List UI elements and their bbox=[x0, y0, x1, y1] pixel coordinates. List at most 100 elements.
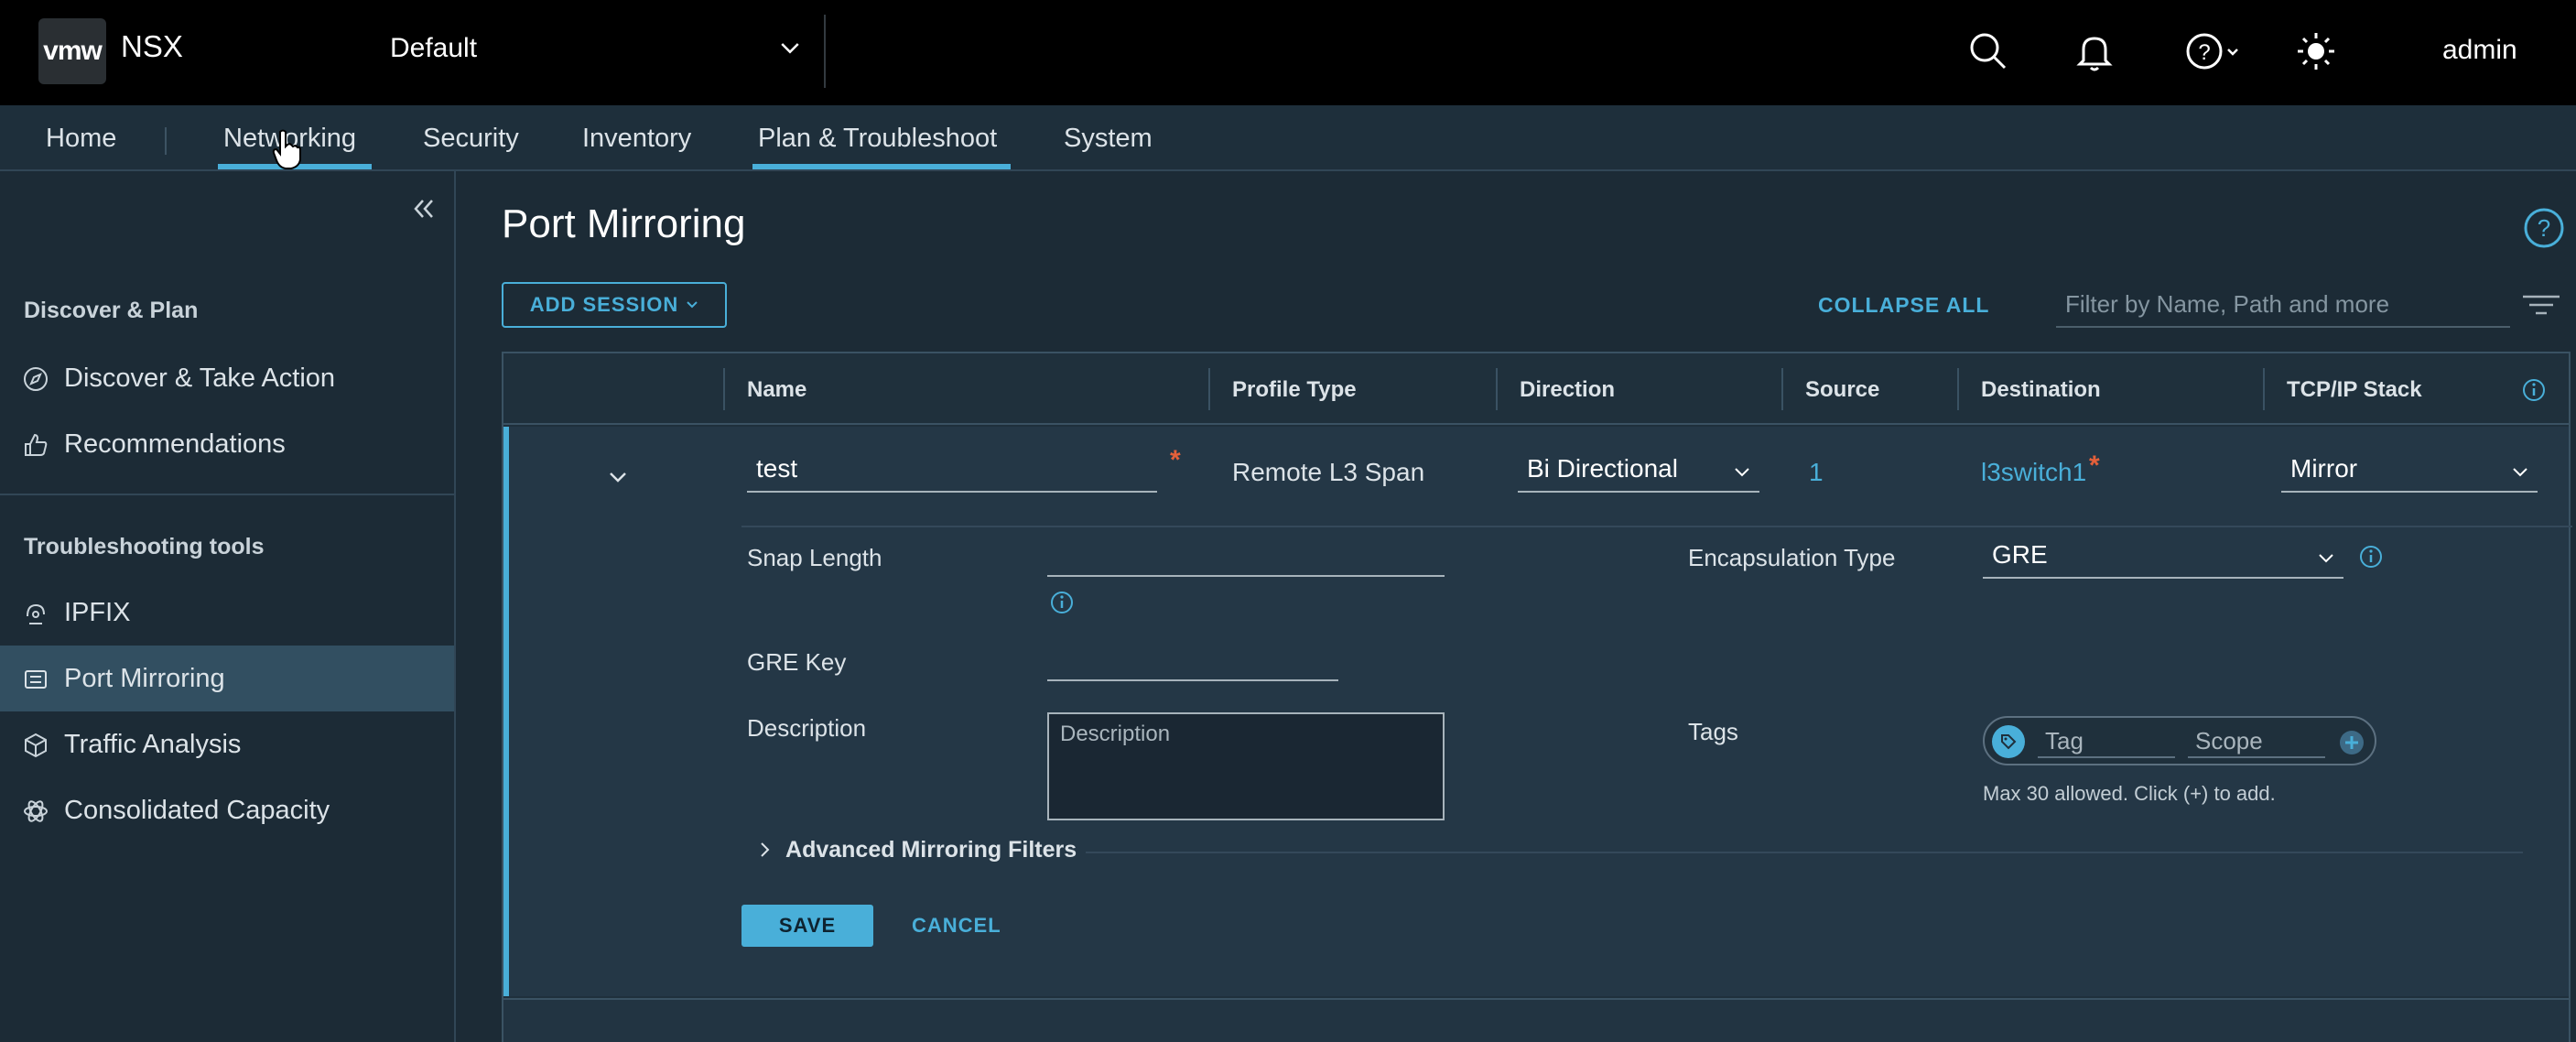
tags-label: Tags bbox=[1688, 718, 1738, 745]
tab-home[interactable]: Home bbox=[46, 124, 116, 154]
column-divider bbox=[1781, 368, 1783, 410]
row-divider bbox=[741, 526, 2572, 527]
filter-input[interactable] bbox=[2056, 282, 2510, 328]
port-mirroring-icon bbox=[25, 670, 47, 689]
sidebar-item-port-mirroring[interactable]: Port Mirroring bbox=[0, 646, 454, 711]
sidebar-item-ipfix[interactable]: IPFIX bbox=[0, 580, 454, 646]
top-header: vmw NSX Default ? admin bbox=[0, 0, 2576, 105]
direction-value: Bi Directional bbox=[1527, 454, 1678, 483]
tags-hint: Max 30 allowed. Click (+) to add. bbox=[1983, 782, 2276, 805]
column-header-tcpip-stack[interactable]: TCP/IP Stack bbox=[2287, 377, 2422, 403]
tenant-selector[interactable]: Default bbox=[390, 33, 477, 64]
help-menu-icon[interactable]: ? bbox=[2182, 27, 2246, 75]
gre-key-label: GRE Key bbox=[747, 648, 847, 676]
active-tab-underline bbox=[752, 164, 1011, 169]
vmware-logo: vmw bbox=[38, 18, 106, 84]
tab-system[interactable]: System bbox=[1064, 124, 1153, 154]
sidebar-item-consolidated-capacity[interactable]: Consolidated Capacity bbox=[0, 777, 454, 843]
sidebar-item-traffic-analysis[interactable]: Traffic Analysis bbox=[0, 711, 454, 777]
sidebar-item-discover-take-action[interactable]: Discover & Take Action bbox=[0, 345, 454, 411]
chevron-down-icon bbox=[2513, 468, 2527, 477]
grid-footer bbox=[503, 998, 2569, 1042]
chevron-down-icon bbox=[2319, 554, 2333, 563]
section-title-troubleshooting-tools: Troubleshooting tools bbox=[24, 534, 265, 559]
tcpip-stack-select[interactable]: Mirror bbox=[2281, 450, 2538, 493]
tag-icon bbox=[1992, 725, 2025, 758]
sidebar-item-label: Recommendations bbox=[64, 429, 286, 459]
sidebar-item-label: IPFIX bbox=[64, 598, 131, 627]
column-divider bbox=[1957, 368, 1959, 410]
collapse-sidebar-icon[interactable] bbox=[408, 193, 439, 224]
product-name: NSX bbox=[121, 29, 183, 63]
snap-length-input[interactable] bbox=[1047, 535, 1445, 577]
bell-icon[interactable] bbox=[2071, 27, 2118, 75]
sidebar-item-recommendations[interactable]: Recommendations bbox=[0, 411, 454, 477]
advanced-mirroring-filters-toggle[interactable]: Advanced Mirroring Filters bbox=[756, 837, 1077, 863]
tag-input[interactable] bbox=[2038, 725, 2175, 758]
sidebar-item-label: Traffic Analysis bbox=[64, 730, 242, 759]
column-divider bbox=[723, 368, 725, 410]
description-label: Description bbox=[747, 714, 867, 742]
section-title-discover-plan: Discover & Plan bbox=[24, 298, 199, 323]
chevron-down-icon bbox=[687, 301, 698, 309]
session-name-input[interactable] bbox=[747, 447, 1157, 493]
tags-input-group bbox=[1983, 716, 2376, 765]
column-header-destination[interactable]: Destination bbox=[1981, 377, 2101, 403]
svg-text:?: ? bbox=[2198, 40, 2210, 65]
info-icon[interactable] bbox=[2521, 377, 2547, 403]
chevron-right-icon bbox=[761, 842, 770, 857]
advanced-mirroring-filters-label: Advanced Mirroring Filters bbox=[785, 837, 1077, 863]
description-textarea[interactable] bbox=[1047, 712, 1445, 820]
column-divider bbox=[2263, 368, 2265, 410]
thumbs-up-icon bbox=[25, 433, 48, 456]
atom-icon bbox=[24, 800, 48, 822]
sidebar-item-label: Consolidated Capacity bbox=[64, 796, 330, 825]
chevron-down-icon[interactable] bbox=[776, 35, 804, 62]
section-divider bbox=[1086, 852, 2523, 853]
main-nav: Home Networking Security Inventory Plan … bbox=[0, 105, 2576, 171]
destination-link[interactable]: l3switch1 bbox=[1981, 458, 2086, 487]
column-header-direction[interactable]: Direction bbox=[1520, 377, 1615, 403]
add-tag-icon[interactable] bbox=[2338, 729, 2365, 756]
sidebar-divider bbox=[0, 494, 454, 495]
info-icon[interactable] bbox=[1049, 590, 1075, 615]
tcpip-stack-value: Mirror bbox=[2290, 454, 2358, 483]
tab-inventory[interactable]: Inventory bbox=[582, 124, 691, 154]
tab-plan-troubleshoot[interactable]: Plan & Troubleshoot bbox=[758, 124, 997, 154]
add-session-label: ADD SESSION bbox=[529, 293, 679, 316]
hand-cursor-icon bbox=[272, 129, 301, 169]
header-divider bbox=[824, 15, 826, 88]
cancel-button[interactable]: CANCEL bbox=[912, 905, 1001, 947]
search-icon[interactable] bbox=[1964, 27, 2012, 75]
encapsulation-type-label: Encapsulation Type bbox=[1688, 544, 1896, 571]
session-row-expanded: * Remote L3 Span Bi Directional 1 l3swit… bbox=[503, 427, 2572, 996]
direction-select[interactable]: Bi Directional bbox=[1518, 450, 1759, 493]
column-header-profile-type[interactable]: Profile Type bbox=[1232, 377, 1357, 403]
encapsulation-type-select[interactable]: GRE bbox=[1983, 537, 2343, 579]
column-divider bbox=[1208, 368, 1210, 410]
save-button[interactable]: SAVE bbox=[741, 905, 873, 947]
info-icon[interactable] bbox=[2358, 544, 2384, 570]
sidebar-item-label: Discover & Take Action bbox=[64, 364, 336, 393]
nav-divider bbox=[165, 127, 167, 155]
svg-text:?: ? bbox=[2538, 214, 2550, 242]
encapsulation-type-value: GRE bbox=[1992, 540, 2048, 569]
column-divider bbox=[1496, 368, 1498, 410]
chevron-down-icon[interactable] bbox=[604, 463, 632, 491]
gre-key-input[interactable] bbox=[1047, 639, 1338, 681]
profile-type-value: Remote L3 Span bbox=[1232, 458, 1425, 486]
sidebar-item-label: Port Mirroring bbox=[64, 664, 225, 693]
theme-sun-icon[interactable] bbox=[2292, 27, 2340, 75]
help-icon[interactable]: ? bbox=[2523, 207, 2565, 249]
column-header-source[interactable]: Source bbox=[1805, 377, 1879, 403]
chevron-down-icon bbox=[1735, 468, 1749, 477]
filter-icon[interactable] bbox=[2521, 291, 2561, 319]
scope-input[interactable] bbox=[2188, 725, 2325, 758]
column-header-name[interactable]: Name bbox=[747, 377, 806, 403]
collapse-all-button[interactable]: COLLAPSE ALL bbox=[1818, 293, 1989, 318]
user-menu[interactable]: admin bbox=[2442, 35, 2517, 66]
source-count-link[interactable]: 1 bbox=[1809, 458, 1824, 487]
add-session-button[interactable]: ADD SESSION bbox=[502, 282, 727, 328]
compass-icon bbox=[24, 367, 48, 391]
tab-security[interactable]: Security bbox=[423, 124, 519, 154]
